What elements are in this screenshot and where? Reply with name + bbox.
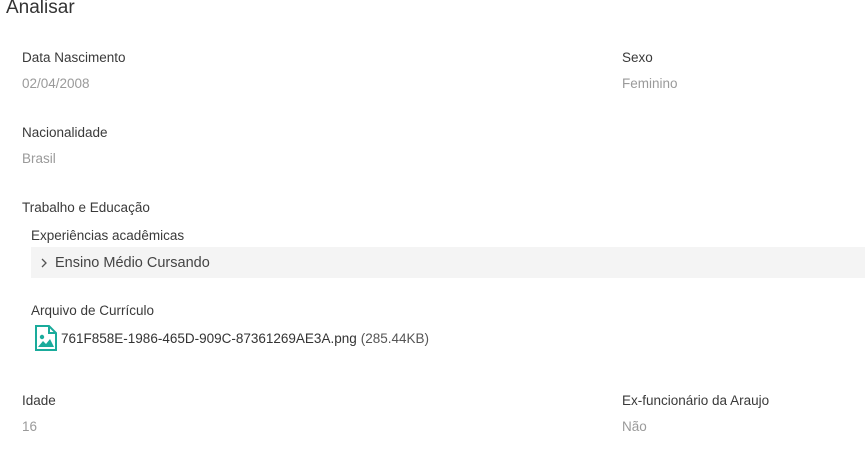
resume-file-row: 761F858E-1986-465D-909C-87361269AE3A.png…: [35, 325, 429, 351]
academic-item-accordion[interactable]: Ensino Médio Cursando: [31, 247, 865, 278]
work-education-title: Trabalho e Educação: [22, 200, 150, 215]
age-label: Idade: [22, 393, 56, 408]
sex-value: Feminino: [622, 76, 678, 91]
academic-experiences-title: Experiências acadêmicas: [31, 228, 185, 243]
academic-item-label: Ensino Médio Cursando: [55, 254, 210, 271]
birth-date-value: 02/04/2008: [22, 76, 90, 91]
sex-label: Sexo: [622, 50, 653, 65]
resume-file-name[interactable]: 761F858E-1986-465D-909C-87361269AE3A.png: [61, 331, 357, 346]
image-file-icon: [35, 325, 57, 351]
chevron-right-icon: [39, 258, 49, 268]
nationality-value: Brasil: [22, 151, 56, 166]
age-value: 16: [22, 419, 38, 434]
nationality-label: Nacionalidade: [22, 125, 108, 140]
former-employee-label: Ex-funcionário da Araujo: [622, 393, 770, 408]
resume-file-title: Arquivo de Currículo: [31, 303, 155, 318]
page-title: Analisar: [6, 0, 75, 18]
former-employee-value: Não: [622, 419, 647, 434]
resume-file-size: (285.44KB): [360, 330, 430, 346]
birth-date-label: Data Nascimento: [22, 50, 126, 65]
